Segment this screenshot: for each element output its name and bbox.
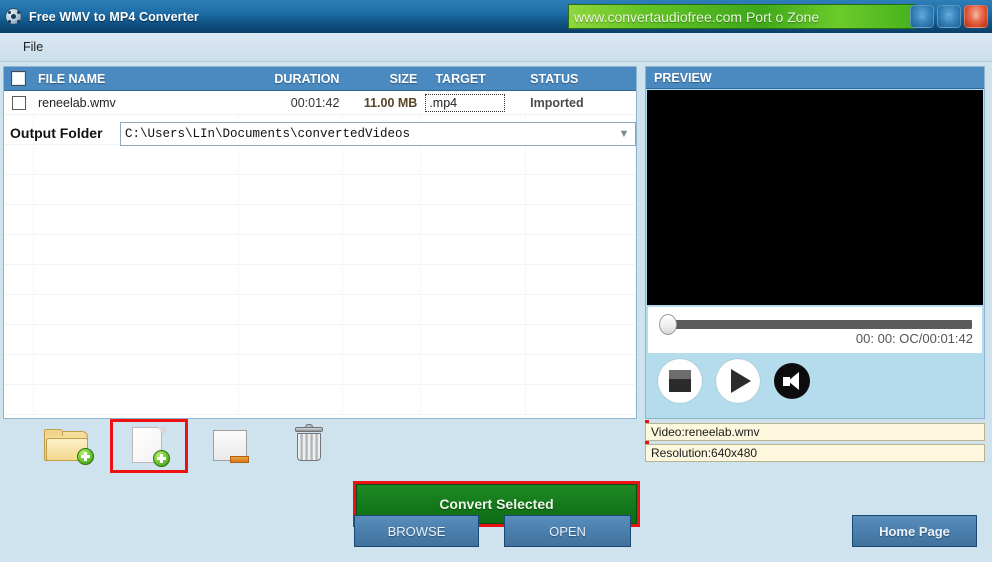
- volume-button[interactable]: [774, 363, 810, 399]
- menu-item-file[interactable]: File: [14, 37, 52, 57]
- output-folder-path[interactable]: C:\Users\LIn\Documents\convertedVideos: [121, 127, 613, 141]
- output-folder-combobox[interactable]: C:\Users\LIn\Documents\convertedVideos ▼: [120, 122, 636, 146]
- maximize-button[interactable]: □: [937, 5, 961, 28]
- video-name-label: Video:reneelab.wmv: [651, 425, 760, 439]
- open-button[interactable]: OPEN: [504, 515, 631, 547]
- maximize-icon: □: [945, 12, 953, 23]
- empty-row: [4, 385, 636, 415]
- page-minus-icon: [213, 430, 249, 464]
- preview-title: PREVIEW: [654, 70, 712, 85]
- preview-panel: PREVIEW 00: 00: OC/00:01:42: [645, 66, 985, 419]
- action-toolbar: [0, 419, 645, 475]
- output-folder-label: Output Folder: [10, 125, 103, 141]
- seek-slider-handle[interactable]: [659, 314, 677, 335]
- promo-banner-text: www.convertaudiofree.com Port o Zone: [574, 8, 820, 25]
- table-row[interactable]: reneelab.wmv 00:01:42 11.00 MB .mp4 Impo…: [4, 91, 636, 115]
- browse-button[interactable]: BROWSE: [354, 515, 479, 547]
- time-display: 00: 00: OC/00:01:42: [855, 331, 973, 346]
- add-folder-button[interactable]: [36, 424, 98, 468]
- promo-banner[interactable]: www.convertaudiofree.com Port o Zone: [568, 4, 916, 29]
- page-plus-icon: [132, 427, 170, 467]
- video-display[interactable]: [647, 90, 983, 305]
- column-header-target[interactable]: TARGET: [421, 72, 526, 86]
- resolution-label: Resolution:640x480: [651, 446, 758, 460]
- minimize-icon: –: [919, 12, 925, 23]
- stop-button[interactable]: [658, 359, 702, 403]
- empty-row: [4, 175, 636, 205]
- main-content: FILE NAME DURATION SIZE TARGET STATUS re…: [0, 62, 992, 562]
- title-bar: Free WMV to MP4 Converter www.convertaud…: [0, 0, 992, 33]
- cell-file-name: reneelab.wmv: [37, 95, 116, 110]
- cell-size: 11.00 MB: [363, 95, 418, 110]
- folder-plus-icon: [44, 429, 94, 465]
- seek-slider[interactable]: [662, 320, 972, 329]
- row-select-cell[interactable]: [4, 95, 34, 110]
- target-format-value[interactable]: .mp4: [425, 93, 506, 112]
- add-file-button[interactable]: [110, 419, 188, 473]
- file-list-panel: FILE NAME DURATION SIZE TARGET STATUS re…: [3, 66, 637, 419]
- window-title: Free WMV to MP4 Converter: [29, 9, 199, 24]
- preview-header: PREVIEW: [646, 67, 984, 89]
- chevron-down-icon[interactable]: ▼: [613, 123, 635, 145]
- cell-duration: 00:01:42: [290, 95, 340, 110]
- speaker-body-icon: [783, 377, 790, 386]
- close-button[interactable]: ✕: [964, 5, 988, 28]
- seek-area: 00: 00: OC/00:01:42: [648, 307, 982, 353]
- cell-target[interactable]: .mp4: [421, 93, 526, 112]
- menu-bar: File: [0, 33, 992, 62]
- play-button[interactable]: [716, 359, 760, 403]
- trash-icon: [294, 424, 324, 463]
- close-icon: ✕: [971, 12, 981, 23]
- video-info-strip: Video:reneelab.wmv: [645, 423, 985, 441]
- film-reel-icon: [5, 8, 22, 25]
- empty-row: [4, 295, 636, 325]
- empty-row: [4, 235, 636, 265]
- column-header-file-name[interactable]: FILE NAME: [34, 72, 239, 86]
- empty-rows: [4, 115, 636, 415]
- window-controls: – □ ✕: [910, 5, 988, 28]
- play-icon: [731, 369, 751, 393]
- empty-row: [4, 355, 636, 385]
- column-header-duration[interactable]: DURATION: [239, 72, 344, 86]
- playback-controls: [646, 355, 984, 407]
- plus-badge-icon: [77, 448, 94, 465]
- select-all-cell[interactable]: [4, 71, 34, 86]
- empty-row: [4, 265, 636, 295]
- select-all-checkbox[interactable]: [11, 71, 27, 86]
- clear-list-button[interactable]: [278, 423, 340, 467]
- remove-file-button[interactable]: [200, 425, 262, 469]
- file-list-header: FILE NAME DURATION SIZE TARGET STATUS: [4, 67, 636, 91]
- home-page-button[interactable]: Home Page: [852, 515, 977, 547]
- empty-row: [4, 205, 636, 235]
- plus-badge-icon: [153, 450, 170, 467]
- column-header-size[interactable]: SIZE: [343, 72, 421, 86]
- empty-row: [4, 145, 636, 175]
- resolution-info-strip: Resolution:640x480: [645, 444, 985, 462]
- row-checkbox[interactable]: [11, 95, 26, 110]
- minimize-button[interactable]: –: [910, 5, 934, 28]
- cell-status: Imported: [530, 95, 584, 110]
- column-header-status[interactable]: STATUS: [526, 72, 636, 86]
- empty-row: [4, 325, 636, 355]
- stop-icon: [669, 370, 691, 392]
